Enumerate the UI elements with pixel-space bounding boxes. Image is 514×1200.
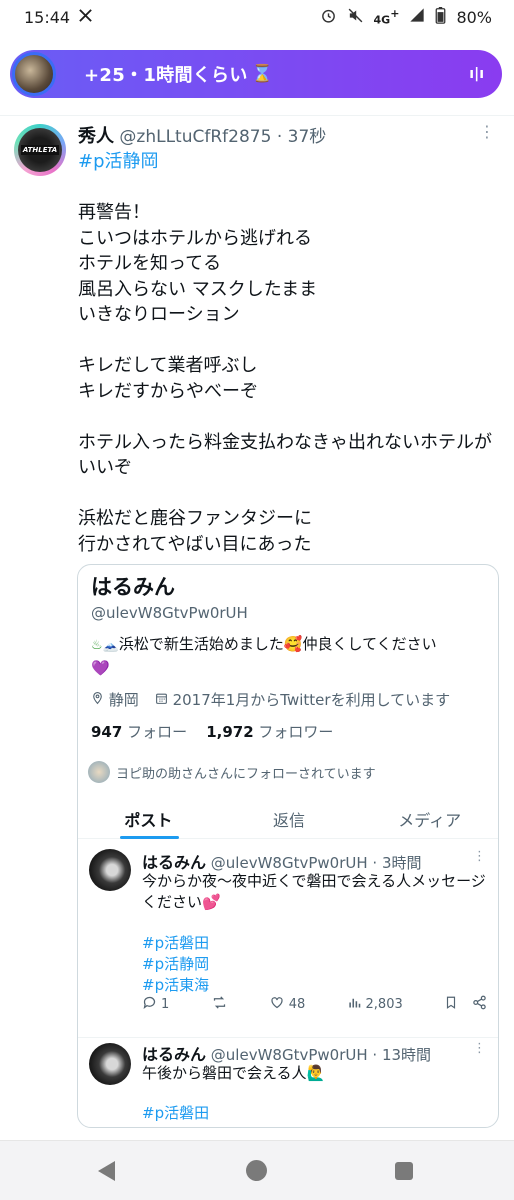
profile-bio: ♨🗻浜松で新生活始めました🥰仲良くしてください 💜: [91, 635, 437, 677]
hashtag[interactable]: #p活磐田: [142, 933, 209, 954]
reply-icon: [142, 995, 157, 1014]
followers-count: 1,972: [206, 723, 254, 741]
network-indicator: 4G+: [373, 6, 400, 27]
tweet-paragraph: キレだして業者呼ぶし キレだすからやべーぞ: [78, 355, 258, 402]
tweet-paragraph: 再警告！ こいつはホテルから逃げれる ホテルを知ってる 風呂入らない マスクした…: [78, 202, 318, 325]
following-count: 947: [91, 723, 123, 741]
profile-joined: 2017年1月からTwitterを利用しています: [172, 691, 451, 709]
athleta-logo: ATHLETA: [20, 145, 60, 155]
author-handle[interactable]: @zhLLtuCfRf2875: [119, 127, 271, 147]
tweet-paragraph: ホテル入ったら料金支払わなきゃ出れないホテルがいいぞ: [78, 431, 492, 479]
repost-icon: [211, 995, 228, 1014]
hourglass-icon: ⌛: [251, 64, 273, 84]
profile-meta: 静岡 2017年1月からTwitterを利用しています: [91, 689, 450, 710]
tweet-text: 再警告！ こいつはホテルから逃げれる ホテルを知ってる 風呂入らない マスクした…: [78, 200, 498, 583]
share-icon[interactable]: [472, 995, 487, 1014]
hashtag[interactable]: #p活静岡: [142, 954, 209, 975]
tweet-header: 秀人 @zhLLtuCfRf2875 · 37秒: [78, 126, 327, 147]
followed-by: ヨピ助の助さんさんにフォローされています: [88, 761, 376, 783]
post-text: 今からか夜〜夜中近くで磐田で会える人メッセージください💕: [142, 872, 486, 911]
bio-end-emoji: 💜: [91, 659, 110, 677]
recents-icon[interactable]: [395, 1162, 413, 1180]
post-avatar[interactable]: [89, 1043, 131, 1085]
x-logo-icon: [78, 8, 93, 27]
post-actions: 1 48 2,803: [142, 995, 487, 1014]
host-avatar: [12, 52, 56, 96]
post-header: はるみん @ulevW8GtvPw0rUH · 13時間: [142, 1045, 432, 1064]
post-hashtags: #p活磐田: [142, 1103, 209, 1124]
follower-avatar: [88, 761, 110, 783]
tab-posts[interactable]: ポスト: [78, 795, 219, 839]
divider: [0, 115, 514, 116]
profile-handle: @ulevW8GtvPw0rUH: [91, 604, 248, 622]
battery-percent: 80%: [456, 7, 492, 27]
signal-icon: [409, 7, 425, 27]
location-icon: [91, 691, 109, 709]
post-item[interactable]: はるみん @ulevW8GtvPw0rUH · 3時間 ⋮ 今からか夜〜夜中近く…: [78, 849, 498, 1039]
author-name[interactable]: 秀人: [78, 126, 114, 147]
hashtag[interactable]: #p活東海: [142, 975, 209, 996]
post-text: 午後から磐田で会える人🙋‍♂️: [142, 1064, 326, 1082]
clock: 15:44: [24, 7, 71, 27]
status-bar: 15:44 4G+ 80%: [0, 0, 514, 34]
tab-replies[interactable]: 返信: [219, 795, 360, 838]
more-options-icon[interactable]: ⋮: [473, 849, 486, 864]
profile-tabs: ポスト 返信 メディア: [78, 795, 498, 839]
divider: [78, 1037, 498, 1038]
post-avatar[interactable]: [89, 849, 131, 891]
back-icon[interactable]: [98, 1161, 115, 1181]
live-space-banner[interactable]: +25・1時間くらい ⌛ ı|ı: [10, 50, 502, 98]
bio-emoji: ♨🗻: [91, 638, 119, 653]
calendar-icon: [155, 691, 173, 709]
tweet-author-avatar[interactable]: ATHLETA: [14, 124, 66, 176]
profile-name: はるみん: [91, 575, 175, 599]
views-icon: [347, 995, 362, 1014]
tweet-paragraph: 浜松だと鹿谷ファンタジーに 行かされてやばい目にあった: [78, 508, 312, 555]
live-banner-text: +25・1時間くらい: [84, 65, 248, 86]
profile-location: 静岡: [108, 691, 139, 709]
hashtag[interactable]: #p活磐田: [142, 1103, 209, 1124]
tweet-hashtag[interactable]: #p活静岡: [78, 147, 159, 173]
views-button[interactable]: 2,803: [347, 995, 403, 1014]
quoted-profile-card[interactable]: はるみん @ulevW8GtvPw0rUH ♨🗻浜松で新生活始めました🥰仲良くし…: [77, 564, 499, 1128]
more-options-icon[interactable]: ⋮: [479, 122, 495, 141]
bookmark-icon[interactable]: [444, 995, 458, 1014]
heart-icon: [269, 995, 285, 1014]
home-icon[interactable]: [246, 1160, 267, 1181]
follow-counts: 947 フォロー 1,972 フォロワー: [91, 723, 334, 741]
reply-button[interactable]: 1: [142, 995, 169, 1014]
post-hashtags: #p活磐田 #p活静岡 #p活東海: [142, 933, 209, 996]
post-header: はるみん @ulevW8GtvPw0rUH · 3時間: [142, 853, 422, 872]
tab-media[interactable]: メディア: [359, 795, 498, 838]
like-button[interactable]: 48: [269, 995, 305, 1014]
system-navigation-bar: [0, 1140, 514, 1200]
tweet-time: 37秒: [287, 127, 327, 147]
more-options-icon[interactable]: ⋮: [473, 1041, 486, 1056]
post-item[interactable]: はるみん @ulevW8GtvPw0rUH · 13時間 ⋮ 午後から磐田で会え…: [78, 1041, 498, 1127]
mute-icon: [347, 7, 364, 28]
repost-button[interactable]: [211, 995, 228, 1014]
audio-bars-icon: ı|ı: [469, 66, 484, 82]
alarm-icon: [320, 7, 337, 28]
battery-icon: [435, 6, 446, 28]
